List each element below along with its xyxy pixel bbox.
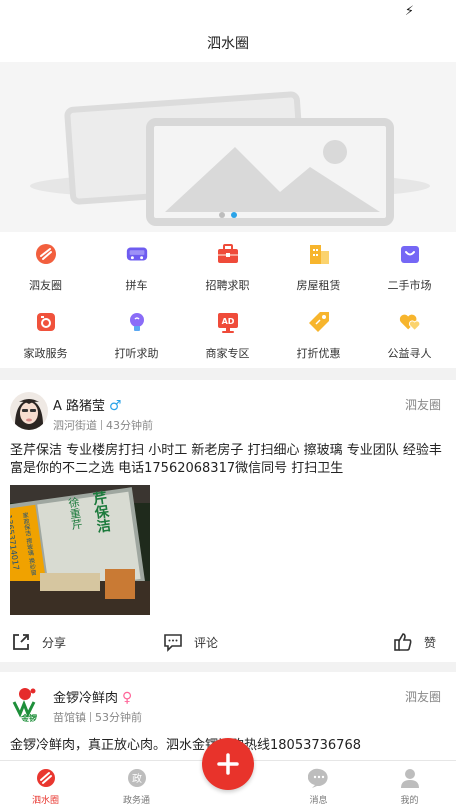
car-icon bbox=[125, 242, 149, 266]
category-label: 拼车 bbox=[125, 279, 148, 292]
divider bbox=[90, 712, 91, 722]
share-icon bbox=[10, 631, 32, 653]
building-icon bbox=[307, 242, 331, 266]
post-actions: 分享 评论 赞 bbox=[0, 627, 456, 657]
avatar-logo-text: 金锣 bbox=[20, 713, 37, 722]
category-label: 打听求助 bbox=[114, 347, 159, 360]
category-label: 泗友圈 bbox=[29, 279, 62, 292]
avatar[interactable]: 金锣 bbox=[10, 684, 48, 722]
female-icon: ♀ bbox=[122, 690, 133, 706]
post-location: 苗馆镇 bbox=[53, 711, 86, 724]
post-time: 43分钟前 bbox=[106, 419, 153, 432]
category-label: 打折优惠 bbox=[296, 347, 341, 360]
avatar[interactable] bbox=[10, 392, 48, 430]
tab-label: 消息 bbox=[309, 796, 328, 806]
category-label: 招聘求职 bbox=[205, 279, 250, 292]
category-youquan[interactable]: 泗友圈 bbox=[0, 232, 91, 300]
message-icon bbox=[308, 767, 330, 789]
ad-icon: AD bbox=[216, 310, 240, 334]
category-discounts[interactable]: 打折优惠 bbox=[273, 300, 364, 368]
hearts-icon bbox=[398, 310, 422, 334]
bulb-icon bbox=[125, 310, 149, 334]
tab-messages[interactable]: 消息 bbox=[273, 761, 364, 811]
briefcase-icon bbox=[216, 242, 240, 266]
thumbs-up-icon bbox=[392, 631, 414, 653]
divider bbox=[101, 420, 102, 430]
tab-government[interactable]: 政 政务通 bbox=[91, 761, 182, 811]
category-label: 商家专区 bbox=[205, 347, 250, 360]
author-name-text[interactable]: A 路猪莹 bbox=[53, 399, 105, 414]
post-meta: 泗河街道 43分钟前 bbox=[53, 417, 153, 433]
comment-icon bbox=[162, 631, 184, 653]
category-grid: 泗友圈 拼车 招聘求职 房屋租赁 二手市场 家政服务 打听求助 AD 商家专区 … bbox=[0, 232, 456, 368]
category-secondhand[interactable]: 二手市场 bbox=[364, 232, 455, 300]
share-button[interactable]: 分享 bbox=[10, 627, 66, 657]
share-label: 分享 bbox=[42, 635, 67, 650]
svg-text:政: 政 bbox=[132, 772, 142, 785]
housekeeping-icon bbox=[34, 310, 58, 334]
author-name[interactable]: A 路猪莹 ♂ bbox=[53, 395, 122, 414]
profile-icon bbox=[399, 767, 421, 789]
tab-sishui-circle[interactable]: 泗水圈 bbox=[0, 761, 91, 811]
discount-tag-icon bbox=[307, 310, 331, 334]
tab-label: 我的 bbox=[400, 796, 419, 806]
like-button[interactable]: 赞 bbox=[392, 627, 436, 657]
category-inquiry[interactable]: 打听求助 bbox=[91, 300, 182, 368]
category-carpool[interactable]: 拼车 bbox=[91, 232, 182, 300]
comment-label: 评论 bbox=[194, 635, 219, 650]
category-label: 公益寻人 bbox=[387, 347, 432, 360]
circle-tag-icon bbox=[34, 242, 58, 266]
svg-text:AD: AD bbox=[222, 317, 235, 326]
banner-carousel[interactable] bbox=[0, 62, 456, 232]
author-name-text[interactable]: 金锣冷鲜肉 bbox=[53, 691, 118, 706]
carousel-dot[interactable] bbox=[219, 212, 225, 218]
circle-tag[interactable]: 泗友圈 bbox=[405, 688, 441, 705]
male-icon: ♂ bbox=[109, 398, 122, 414]
like-label: 赞 bbox=[424, 635, 437, 650]
comment-button[interactable]: 评论 bbox=[162, 627, 218, 657]
circle-tag[interactable]: 泗友圈 bbox=[405, 396, 441, 413]
tab-profile[interactable]: 我的 bbox=[364, 761, 455, 811]
post-content: 圣芹保洁 专业楼房打扫 小时工 新老房子 打扫细心 擦玻璃 专业团队 经验丰富是… bbox=[10, 443, 442, 476]
post-photo[interactable]: 芹保洁 徐重芹 13653714017 家政保洁 擦玻璃 换纱窗 bbox=[10, 485, 150, 615]
plus-icon bbox=[217, 753, 239, 775]
category-label: 二手市场 bbox=[387, 279, 432, 292]
header: 泗水圈 bbox=[0, 26, 456, 62]
sishui-circle-icon bbox=[35, 767, 57, 789]
page-title: 泗水圈 bbox=[207, 36, 249, 52]
status-bar: ⚡ bbox=[0, 0, 456, 26]
category-jobs[interactable]: 招聘求职 bbox=[182, 232, 273, 300]
bolt-icon: ⚡ bbox=[404, 4, 414, 19]
category-label: 房屋租赁 bbox=[296, 279, 341, 292]
category-rental[interactable]: 房屋租赁 bbox=[273, 232, 364, 300]
post-time: 53分钟前 bbox=[95, 711, 142, 724]
carousel-dot-active[interactable] bbox=[231, 212, 237, 218]
publish-button[interactable] bbox=[202, 738, 254, 790]
government-icon: 政 bbox=[126, 767, 148, 789]
category-merchants[interactable]: AD 商家专区 bbox=[182, 300, 273, 368]
shopping-bag-icon bbox=[398, 242, 422, 266]
author-name[interactable]: 金锣冷鲜肉 ♀ bbox=[53, 687, 132, 706]
post-location: 泗河街道 bbox=[53, 419, 97, 432]
category-label: 家政服务 bbox=[23, 347, 68, 360]
post-meta: 苗馆镇 53分钟前 bbox=[53, 709, 142, 725]
post-card[interactable]: A 路猪莹 ♂ 泗河街道 43分钟前 泗友圈 圣芹保洁 专业楼房打扫 小时工 新老房… bbox=[0, 380, 456, 662]
carousel-indicator bbox=[0, 203, 456, 222]
tab-label: 泗水圈 bbox=[31, 796, 59, 806]
category-housekeeping[interactable]: 家政服务 bbox=[0, 300, 91, 368]
category-charity[interactable]: 公益寻人 bbox=[364, 300, 455, 368]
tab-label: 政务通 bbox=[122, 796, 150, 806]
